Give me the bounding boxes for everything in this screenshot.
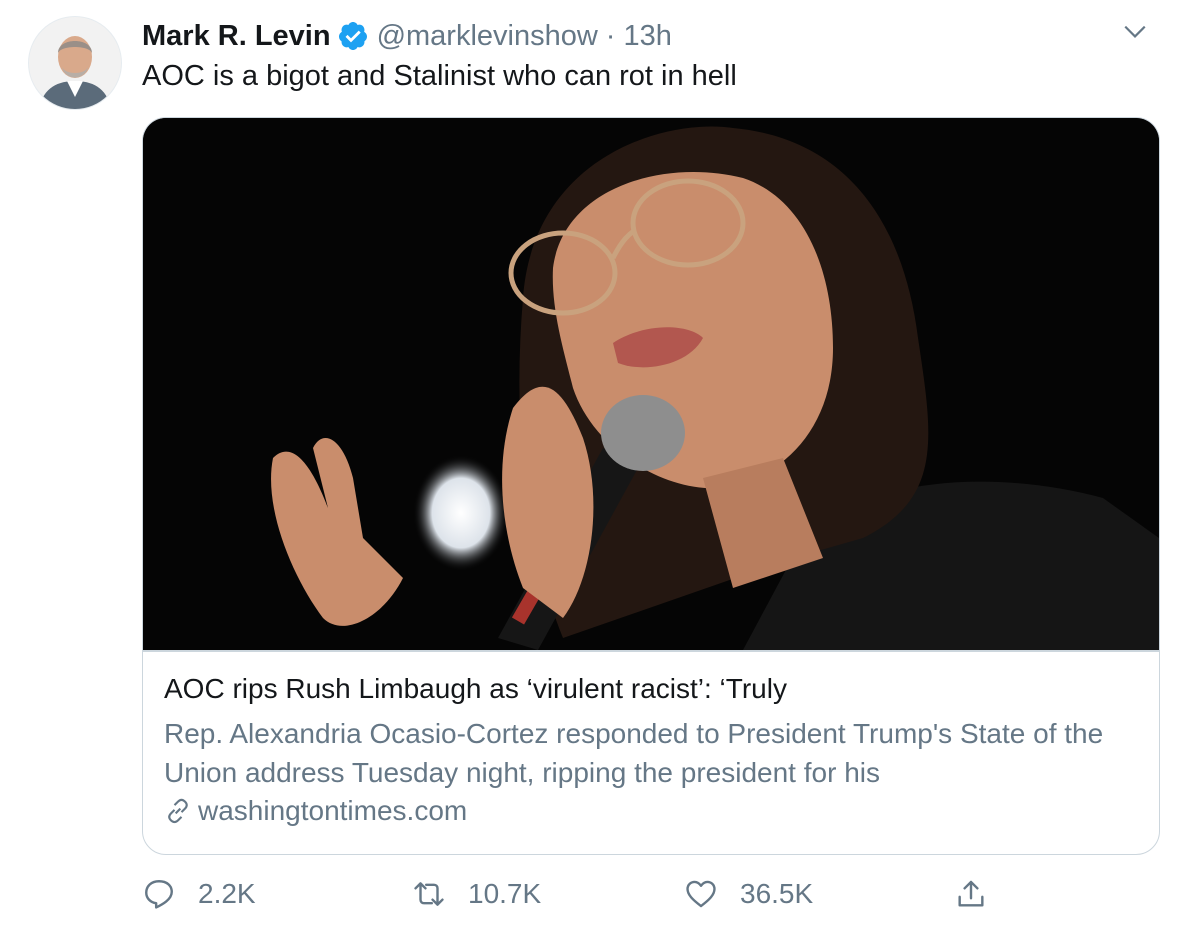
like-button[interactable]: 36.5K [684,872,813,916]
card-domain-text: washingtontimes.com [198,795,468,826]
retweet-button[interactable]: 10.7K [412,872,541,916]
verified-badge-icon [337,20,369,52]
chevron-down-icon [1124,25,1146,38]
separator-dot: · [605,19,616,52]
user-avatar-photo [29,17,121,109]
tweet-actions: 2.2K 10.7K 36.5K [142,872,1142,916]
retweet-count: 10.7K [468,878,542,909]
share-button[interactable] [954,872,988,916]
link-card[interactable]: AOC rips Rush Limbaugh as ‘virulent raci… [142,117,1160,855]
author-handle[interactable]: @marklevinshow [377,20,598,53]
card-description: Rep. Alexandria Ocasio-Cortez responded … [164,718,1104,788]
author-name[interactable]: Mark R. Levin [142,20,331,53]
heart-icon [686,880,716,908]
card-divider [143,650,1159,652]
link-icon [168,798,188,824]
card-domain[interactable]: washingtontimes.com [164,795,467,827]
tweet-timestamp[interactable]: 13h [623,20,671,53]
share-icon [958,880,984,907]
reply-button[interactable]: 2.2K [142,872,256,916]
tweet-text: AOC is a bigot and Stalinist who can rot… [142,60,737,92]
avatar[interactable] [28,16,122,110]
article-photo [143,118,1159,650]
retweet-icon [414,882,444,906]
like-count: 36.5K [740,878,814,909]
tweet-header: Mark R. Levin @marklevinshow · 13h [142,16,1146,56]
tweet-menu-button[interactable] [1118,14,1152,48]
reply-icon [145,880,173,909]
card-title[interactable]: AOC rips Rush Limbaugh as ‘virulent raci… [164,673,787,705]
reply-count: 2.2K [198,878,256,909]
